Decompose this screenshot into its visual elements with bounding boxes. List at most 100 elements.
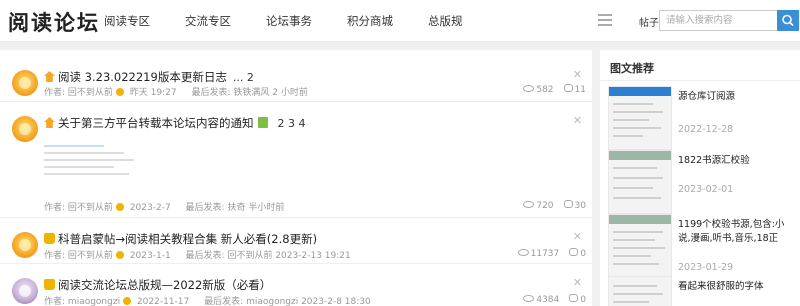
search-button[interactable] — [777, 10, 799, 31]
thread-meta: 作者: 回不到从前 昨天 19:27 最后发表: 铁铁满风 2 小时前 — [44, 85, 308, 98]
author-link[interactable]: 回不到从前 — [68, 88, 113, 98]
close-icon[interactable]: ✕ — [573, 276, 582, 289]
thread-list: 阅读 3.23.022219版本更新日志 ... 2 作者: 回不到从前 昨天 1… — [0, 50, 592, 306]
replies-count: 30 — [574, 201, 586, 211]
thread-title-text[interactable]: 阅读交流论坛总版规—2022新版（必看） — [58, 278, 271, 292]
views-icon — [517, 249, 529, 256]
views-count: 11737 — [530, 249, 560, 259]
menu-list-icon[interactable] — [598, 14, 612, 26]
post-date: 2023-2-7 — [129, 203, 171, 213]
close-icon[interactable]: ✕ — [573, 114, 582, 127]
author-link[interactable]: 回不到从前 — [68, 203, 113, 213]
thread-title-text[interactable]: 关于第三方平台转载本论坛内容的通知 — [58, 116, 254, 130]
nav-item-reading[interactable]: 阅读专区 — [104, 13, 150, 29]
thread-title-text[interactable]: 科普启蒙帖→阅读相关教程合集 新人必看(2.8更新) — [58, 232, 317, 246]
author-link[interactable]: miaogongzi — [68, 297, 120, 306]
post-preview-image[interactable] — [44, 140, 144, 188]
recommend-sidebar: 图文推荐 源仓库订阅源 2022-12-28 1822书源汇校验 2023-02… — [600, 50, 800, 306]
replies-icon — [563, 200, 573, 208]
views-count: 582 — [536, 85, 554, 95]
thread-title[interactable]: 关于第三方平台转载本论坛内容的通知 2 3 4 — [44, 115, 306, 131]
recommend-item[interactable]: 1822书源汇校验 2023-02-01 — [608, 150, 794, 214]
pinned-icon — [44, 117, 55, 128]
recommend-thumbnail[interactable] — [608, 150, 672, 214]
recommend-title[interactable]: 源仓库订阅源 — [678, 90, 796, 104]
recommend-item[interactable]: 1199个校验书源,包含:小说,漫画,听书,音乐,18正 2023-01-29 — [608, 214, 794, 278]
lock-icon — [44, 233, 55, 244]
thread-meta: 作者: 回不到从前 2023-1-1 最后发表: 回不到从前 2023-2-13… — [44, 248, 351, 261]
thread-title[interactable]: 阅读 3.23.022219版本更新日志 ... 2 — [44, 69, 254, 85]
sidebar-title: 图文推荐 — [610, 62, 654, 75]
recommend-thumbnail[interactable] — [608, 276, 672, 306]
medal-icon — [123, 297, 132, 305]
thread-title[interactable]: 科普启蒙帖→阅读相关教程合集 新人必看(2.8更新) — [44, 231, 317, 247]
thread-stats: 720 30 — [523, 200, 586, 211]
thread-row[interactable]: 阅读 3.23.022219版本更新日志 ... 2 作者: 回不到从前 昨天 1… — [0, 62, 592, 102]
post-date: 2022-11-17 — [136, 297, 190, 306]
replies-count: 0 — [580, 295, 586, 305]
recommend-date: 2023-01-29 — [678, 262, 734, 273]
recommend-thumbnail[interactable] — [608, 214, 672, 278]
author-link[interactable]: 回不到从前 — [68, 251, 113, 261]
nav-item-rules[interactable]: 总版规 — [428, 13, 463, 29]
recommend-item[interactable]: 看起来很舒服的字体 — [608, 276, 794, 306]
site-logo[interactable]: 阅读论坛 — [8, 7, 100, 37]
last-post[interactable]: 铁铁满风 2 小时前 — [233, 88, 307, 98]
thread-row[interactable]: 关于第三方平台转载本论坛内容的通知 2 3 4 作者: 回不到从前 2023-2-… — [0, 108, 592, 218]
thread-row[interactable]: 科普启蒙帖→阅读相关教程合集 新人必看(2.8更新) 作者: 回不到从前 202… — [0, 224, 592, 264]
nav-item-affairs[interactable]: 论坛事务 — [266, 13, 312, 29]
last-label: 最后发表: — [185, 251, 225, 261]
page-links[interactable]: 2 3 4 — [278, 117, 306, 130]
nav-item-points-mall[interactable]: 积分商城 — [347, 13, 393, 29]
last-label: 最后发表: — [185, 203, 225, 213]
attachment-icon — [257, 117, 268, 128]
avatar[interactable] — [12, 278, 38, 304]
last-post[interactable]: miaogongzi 2023-2-8 18:30 — [246, 297, 371, 306]
thread-title-text[interactable]: 阅读 3.23.022219版本更新日志 — [58, 70, 227, 84]
replies-icon — [563, 84, 573, 92]
top-header: 阅读论坛 阅读专区 交流专区 论坛事务 积分商城 总版规 帖子 — [0, 0, 800, 42]
close-icon[interactable]: ✕ — [573, 68, 582, 81]
last-post[interactable]: 扶奇 半小时前 — [227, 203, 284, 213]
recommend-date: 2022-12-28 — [678, 124, 734, 135]
recommend-title[interactable]: 看起来很舒服的字体 — [678, 280, 796, 294]
divider — [600, 80, 800, 81]
last-post[interactable]: 回不到从前 2023-2-13 19:21 — [227, 251, 350, 261]
author-label: 作者: — [44, 251, 66, 261]
views-count: 4384 — [536, 295, 560, 305]
recommend-title[interactable]: 1822书源汇校验 — [678, 154, 796, 168]
replies-count: 0 — [580, 249, 586, 259]
author-label: 作者: — [44, 297, 66, 306]
recommend-item[interactable]: 源仓库订阅源 2022-12-28 — [608, 86, 794, 150]
thread-row[interactable]: 阅读交流论坛总版规—2022新版（必看） 作者: miaogongzi 2022… — [0, 270, 592, 306]
thread-title[interactable]: 阅读交流论坛总版规—2022新版（必看） — [44, 277, 271, 293]
search-type-select[interactable]: 帖子 — [639, 14, 659, 29]
last-label: 最后发表: — [191, 88, 231, 98]
post-date: 昨天 19:27 — [129, 88, 177, 98]
thread-meta: 作者: miaogongzi 2022-11-17 最后发表: miaogong… — [44, 294, 371, 306]
medal-icon — [115, 203, 124, 211]
avatar[interactable] — [12, 116, 38, 142]
thread-stats: 4384 0 — [523, 294, 586, 305]
medal-icon — [115, 251, 124, 259]
author-label: 作者: — [44, 88, 66, 98]
thread-meta: 作者: 回不到从前 2023-2-7 最后发表: 扶奇 半小时前 — [44, 200, 284, 213]
medal-icon — [115, 88, 124, 96]
author-label: 作者: — [44, 203, 66, 213]
recommend-title[interactable]: 1199个校验书源,包含:小说,漫画,听书,音乐,18正 — [678, 218, 796, 246]
avatar[interactable] — [12, 232, 38, 258]
thread-stats: 11737 0 — [517, 248, 586, 259]
main-nav: 阅读专区 交流专区 论坛事务 积分商城 总版规 — [104, 13, 498, 29]
page-links[interactable]: ... 2 — [233, 71, 254, 84]
close-icon[interactable]: ✕ — [573, 230, 582, 243]
views-icon — [523, 85, 535, 92]
last-label: 最后发表: — [204, 297, 244, 306]
search-input[interactable] — [659, 10, 777, 31]
replies-icon — [569, 294, 579, 302]
recommend-thumbnail[interactable] — [608, 86, 672, 150]
replies-icon — [569, 248, 579, 256]
views-icon — [523, 295, 535, 302]
thread-stats: 582 11 — [523, 84, 586, 95]
avatar[interactable] — [12, 70, 38, 96]
nav-item-exchange[interactable]: 交流专区 — [185, 13, 231, 29]
